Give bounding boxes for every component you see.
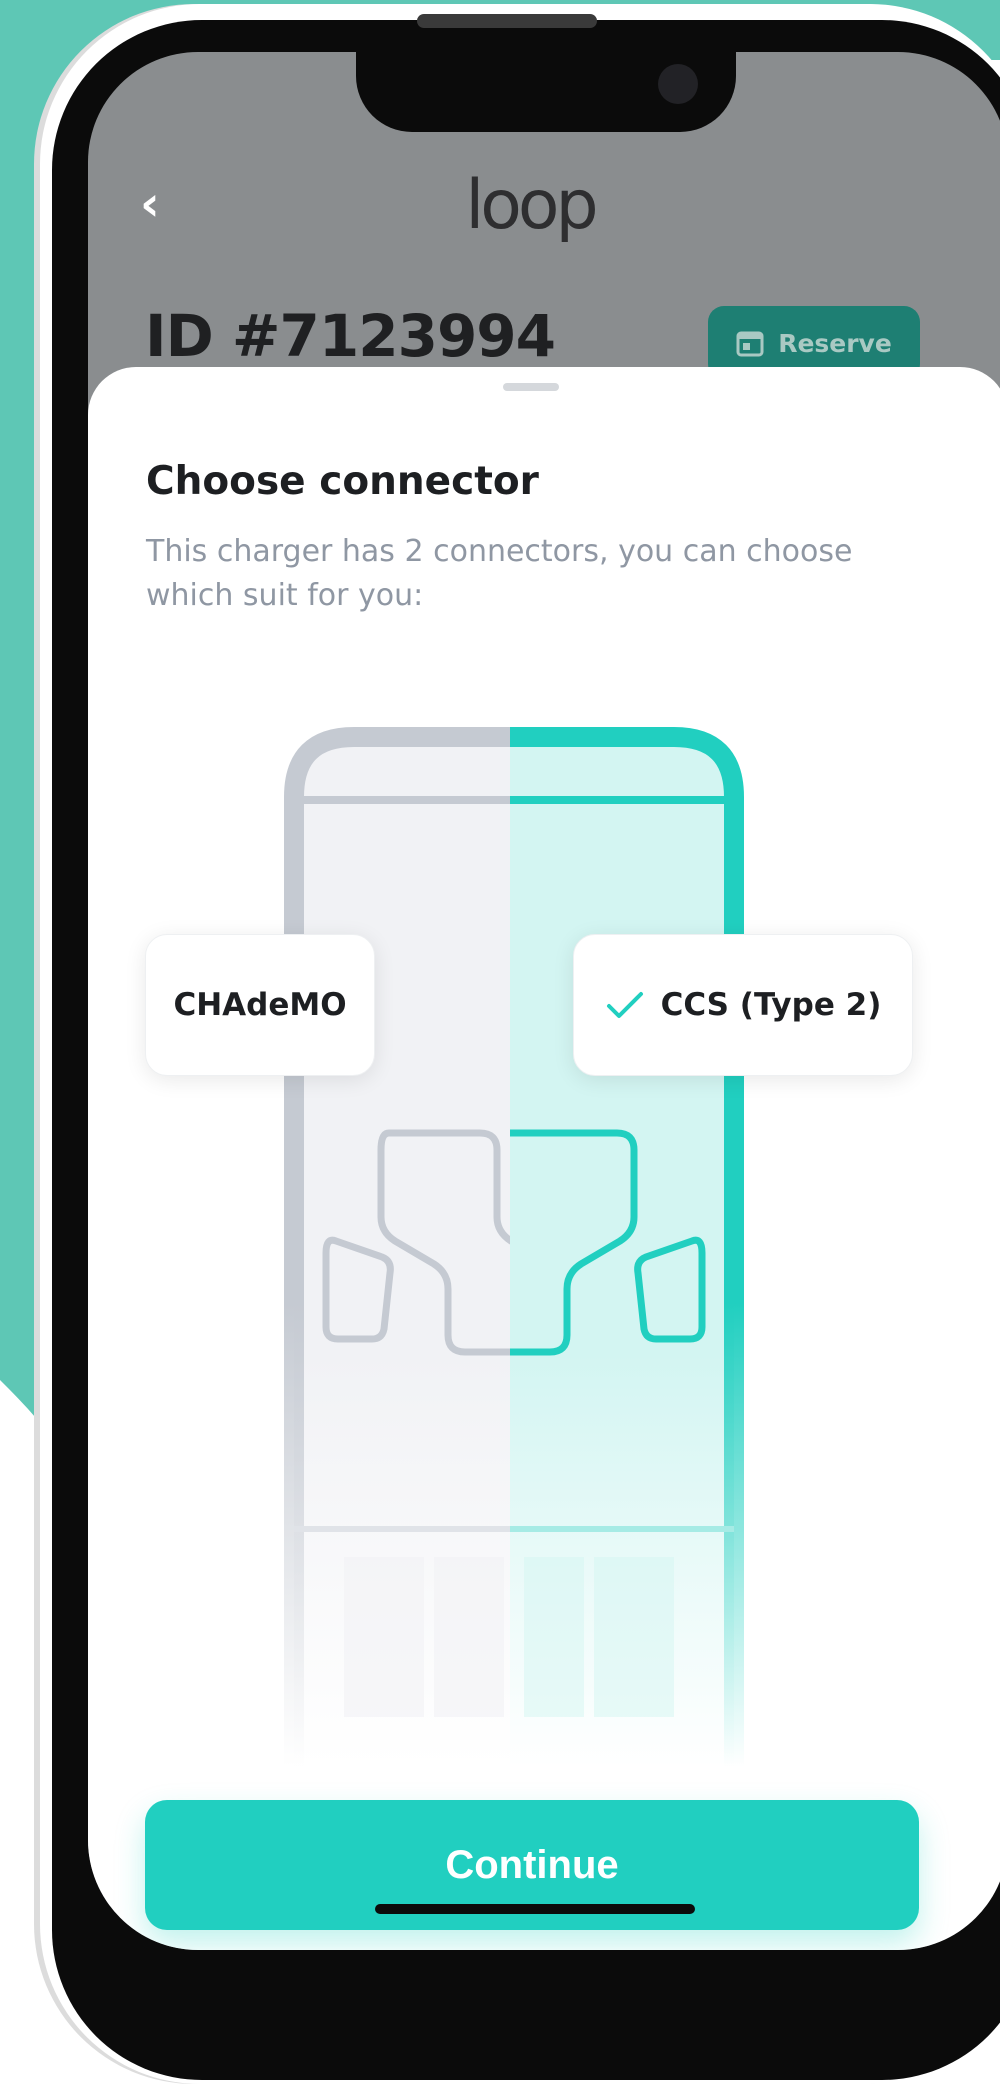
sheet-drag-handle[interactable] bbox=[503, 383, 559, 391]
connector-option-chademo[interactable]: CHAdeMO bbox=[145, 934, 375, 1076]
app-logo: loop bbox=[465, 166, 598, 245]
chevron-left-icon: ‹ bbox=[140, 176, 160, 232]
connector-label: CHAdeMO bbox=[173, 987, 347, 1023]
front-camera bbox=[658, 64, 698, 104]
back-button[interactable]: ‹ bbox=[140, 180, 160, 228]
phone-speaker bbox=[417, 14, 597, 28]
connector-label: CCS (Type 2) bbox=[660, 987, 882, 1023]
connector-option-ccs[interactable]: CCS (Type 2) bbox=[573, 934, 913, 1076]
home-indicator bbox=[375, 1904, 695, 1914]
charger-illustration bbox=[284, 727, 744, 1767]
app-screen: ‹ loop ID #7123994 Reserve Choose connec… bbox=[88, 52, 1000, 1950]
connector-bottom-sheet: Choose connector This charger has 2 conn… bbox=[88, 367, 1000, 1950]
check-icon bbox=[606, 992, 643, 1018]
reserve-label: Reserve bbox=[778, 328, 892, 358]
phone-notch bbox=[356, 52, 736, 132]
charger-id: ID #7123994 bbox=[145, 302, 556, 370]
sheet-title: Choose connector bbox=[146, 459, 539, 504]
sheet-subtitle: This charger has 2 connectors, you can c… bbox=[146, 534, 853, 613]
calendar-icon bbox=[736, 331, 764, 357]
